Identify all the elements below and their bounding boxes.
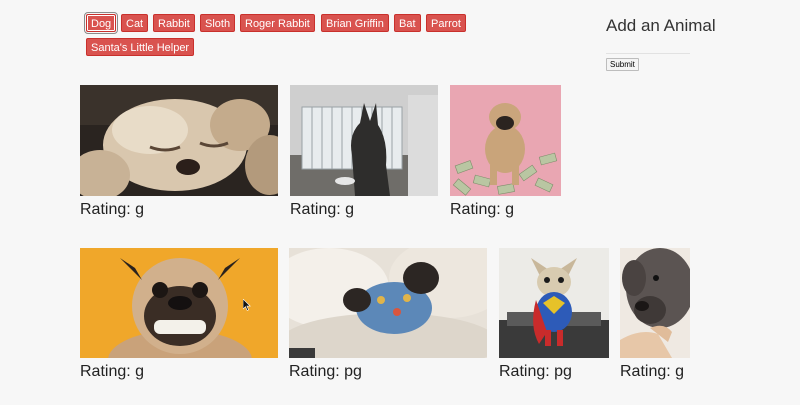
gif-image[interactable]	[499, 248, 609, 358]
animal-button-cat[interactable]: Cat	[121, 14, 149, 32]
gif-image[interactable]	[80, 85, 278, 196]
gif-image[interactable]	[290, 85, 438, 196]
gif-rating: Rating: pg	[499, 363, 572, 380]
dog-crate-image	[290, 85, 438, 196]
submit-button[interactable]: Submit	[606, 58, 639, 71]
gif-image[interactable]	[620, 248, 690, 358]
gif-rating: Rating: g	[290, 201, 355, 218]
gif-rating: Rating: g	[80, 201, 145, 218]
mouse-cursor-icon	[243, 299, 251, 311]
animal-button-sloth[interactable]: Sloth	[200, 14, 236, 32]
gif-image[interactable]	[450, 85, 561, 196]
animal-button-parrot[interactable]: Parrot	[426, 14, 466, 32]
animal-input[interactable]	[606, 38, 690, 54]
gif-rating: Rating: g	[450, 201, 515, 218]
animal-button-santas-little-helper[interactable]: Santa's Little Helper	[86, 38, 195, 56]
sleepy-puppy-image	[80, 85, 278, 196]
pug-bed-image	[289, 248, 487, 358]
gif-rating: Rating: pg	[289, 363, 362, 380]
superman-chihuahua-image	[499, 248, 609, 358]
animal-button-roger-rabbit[interactable]: Roger Rabbit	[240, 14, 315, 32]
animal-button-rabbit[interactable]: Rabbit	[153, 14, 195, 32]
animal-button-bat[interactable]: Bat	[394, 14, 421, 32]
page: Dog Cat Rabbit Sloth Roger Rabbit Brian …	[0, 0, 800, 405]
pug-money-image	[450, 85, 561, 196]
animal-button-brian-griffin[interactable]: Brian Griffin	[321, 14, 389, 32]
dog-hand-image	[620, 248, 690, 358]
form-title: Add an Animal	[606, 16, 716, 35]
gif-rating: Rating: g	[620, 363, 685, 380]
gif-image[interactable]	[289, 248, 487, 358]
animal-button-dog[interactable]: Dog	[83, 12, 119, 34]
gif-rating: Rating: g	[80, 363, 145, 380]
